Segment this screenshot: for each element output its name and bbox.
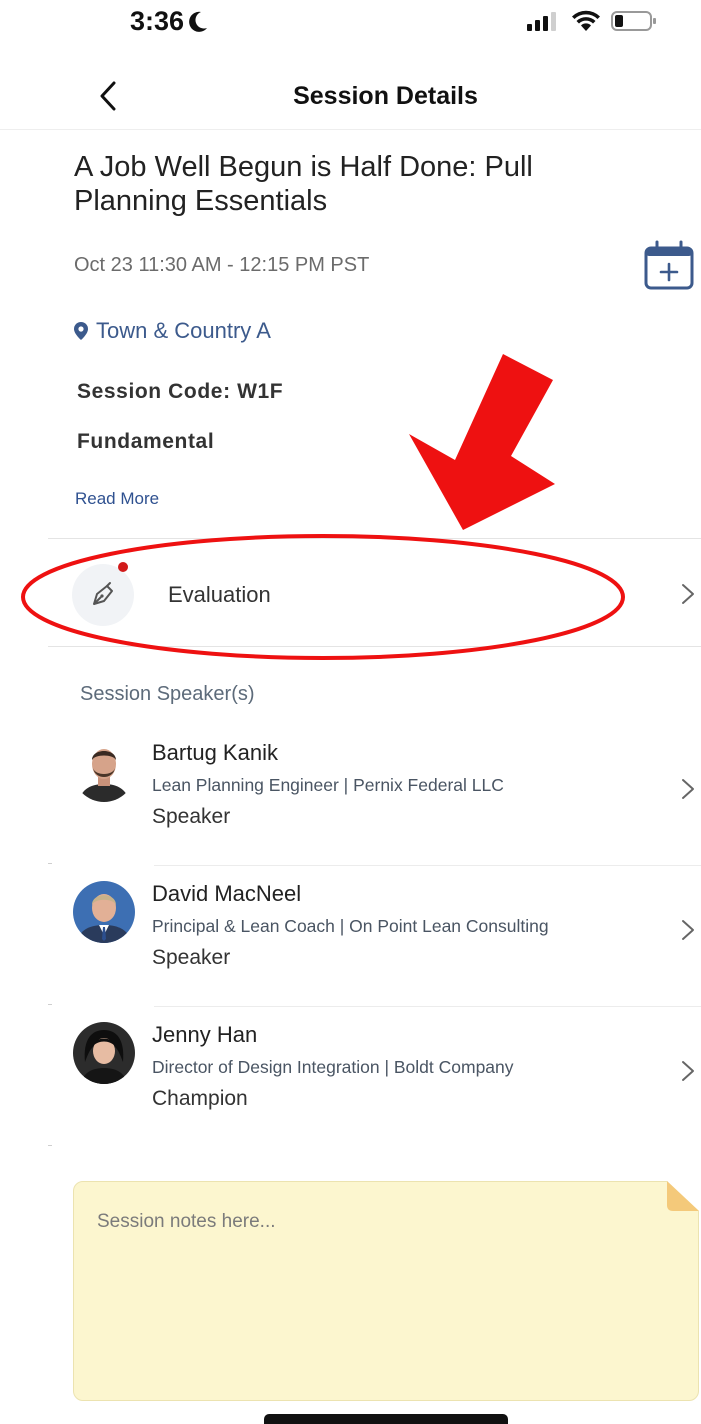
avatar [73,881,135,943]
annotation-arrow-icon [409,354,555,530]
avatar-image [73,1022,135,1084]
speaker-row[interactable]: Jenny Han Director of Design Integration… [48,1008,701,1148]
speaker-title: Principal & Lean Coach | On Point Lean C… [152,916,549,936]
status-bar: 3:36 [0,0,701,50]
speakers-header: Session Speaker(s) [80,683,255,705]
speaker-row[interactable]: Bartug Kanik Lean Planning Engineer | Pe… [48,726,701,866]
annotation-ellipse [21,534,625,660]
session-location[interactable]: Town & Country A [74,318,271,344]
location-pin-icon [74,322,88,340]
divider [48,1004,52,1005]
speaker-name: Bartug Kanik [152,740,278,765]
page-fold-icon [667,1181,699,1211]
chevron-right-icon [682,1061,694,1081]
add-to-calendar-icon[interactable] [644,240,694,290]
nav-bar: Session Details [0,64,701,130]
divider [154,865,701,866]
status-time: 3:36 [130,6,208,37]
avatar-image [73,881,135,943]
read-more-link[interactable]: Read More [75,489,159,509]
chevron-right-icon [682,584,694,604]
session-title: A Job Well Begun is Half Done: Pull Plan… [74,151,533,217]
status-icons [527,10,657,32]
session-notes-input[interactable]: Session notes here... [73,1181,699,1401]
speaker-role: Speaker [152,805,231,828]
divider [48,863,52,864]
speaker-role: Champion [152,1087,248,1110]
divider [48,1145,52,1146]
chevron-right-icon [682,920,694,940]
page-title: Session Details [293,82,478,110]
divider [154,1006,701,1007]
home-indicator[interactable] [264,1414,508,1424]
avatar-image [73,740,135,802]
avatar [73,740,135,802]
location-label: Town & Country A [96,318,271,343]
speaker-name: David MacNeel [152,881,302,906]
notes-placeholder: Session notes here... [97,1211,276,1232]
speaker-name: Jenny Han [152,1022,258,1047]
speaker-title: Lean Planning Engineer | Pernix Federal … [152,775,504,795]
session-level: Fundamental [77,430,215,453]
session-datetime: Oct 23 11:30 AM - 12:15 PM PST [74,254,370,276]
moon-icon [189,11,208,32]
status-time-text: 3:36 [130,6,185,36]
wifi-icon [572,10,600,31]
cellular-signal-icon [527,12,556,31]
chevron-right-icon [682,779,694,799]
speaker-title: Director of Design Integration | Boldt C… [152,1057,514,1077]
speaker-role: Speaker [152,946,231,969]
session-code: Session Code: W1F [77,380,284,403]
speaker-row[interactable]: David MacNeel Principal & Lean Coach | O… [48,867,701,1007]
battery-icon [611,11,656,31]
avatar [73,1022,135,1084]
